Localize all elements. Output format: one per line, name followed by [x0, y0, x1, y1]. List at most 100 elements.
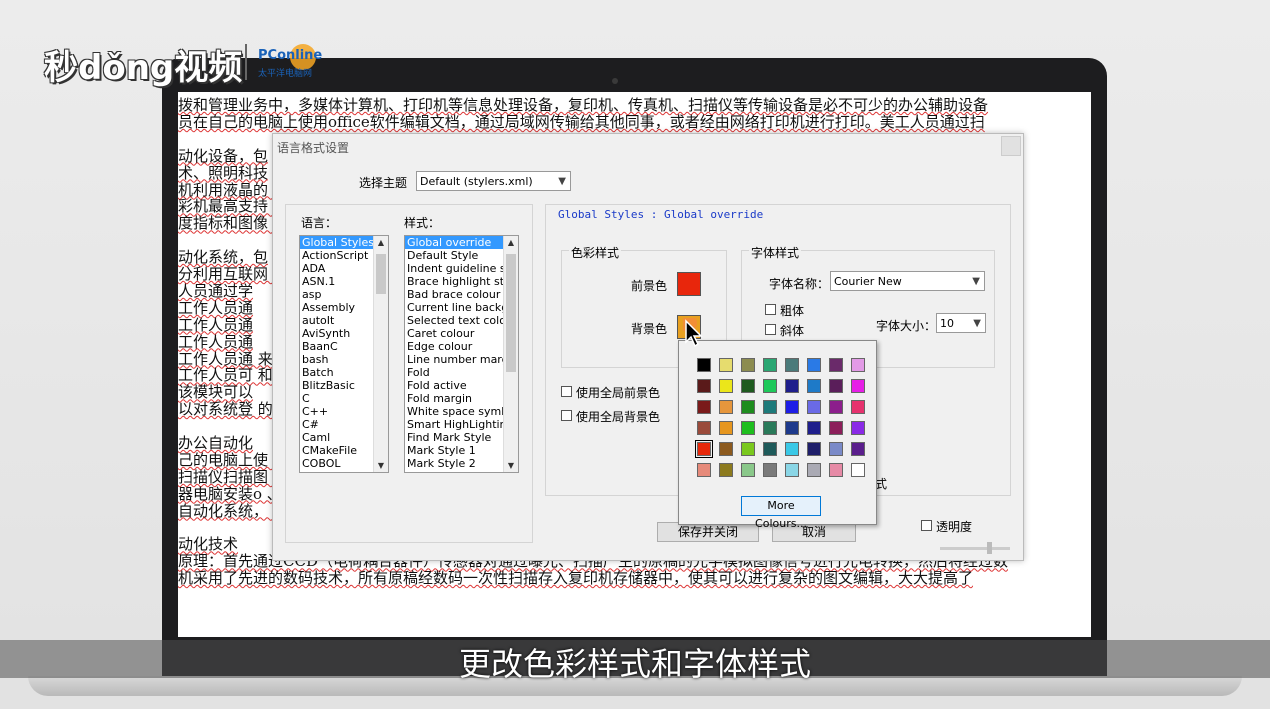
style-list-item[interactable]: Mark Style 1 — [405, 444, 518, 457]
palette-color-cell[interactable] — [741, 421, 755, 435]
palette-color-cell[interactable] — [851, 442, 865, 456]
palette-color-cell[interactable] — [807, 400, 821, 414]
save-and-close-button[interactable]: 保存并关闭 — [657, 522, 759, 542]
palette-color-cell[interactable] — [807, 442, 821, 456]
scroll-thumb[interactable] — [506, 254, 516, 372]
palette-color-cell[interactable] — [763, 379, 777, 393]
palette-color-cell[interactable] — [763, 421, 777, 435]
palette-color-cell[interactable] — [785, 463, 799, 477]
palette-color-cell[interactable] — [697, 421, 711, 435]
palette-color-cell[interactable] — [697, 400, 711, 414]
palette-color-cell[interactable] — [829, 463, 843, 477]
palette-color-cell[interactable] — [719, 400, 733, 414]
palette-color-cell[interactable] — [829, 379, 843, 393]
theme-label: 选择主题 — [359, 176, 408, 190]
palette-color-cell[interactable] — [719, 421, 733, 435]
style-list-item[interactable]: Mark Style 2 — [405, 457, 518, 470]
palette-color-cell[interactable] — [807, 463, 821, 477]
palette-color-cell[interactable] — [829, 421, 843, 435]
palette-color-cell[interactable] — [741, 379, 755, 393]
palette-color-cell[interactable] — [697, 463, 711, 477]
palette-color-cell[interactable] — [741, 358, 755, 372]
style-list-item[interactable]: Edge colour — [405, 340, 518, 353]
palette-color-cell[interactable] — [741, 442, 755, 456]
palette-color-cell[interactable] — [785, 442, 799, 456]
style-list-item[interactable]: Indent guideline sty — [405, 262, 518, 275]
palette-color-cell[interactable] — [807, 358, 821, 372]
palette-color-cell[interactable] — [807, 379, 821, 393]
style-list-item[interactable]: Find Mark Style — [405, 431, 518, 444]
palette-color-cell[interactable] — [829, 442, 843, 456]
document-line: 员在自己的电脑上使用office软件编辑文档，通过局域网传输给其他同事，或者经由… — [178, 112, 985, 131]
palette-color-cell[interactable] — [851, 358, 865, 372]
palette-color-cell[interactable] — [785, 421, 799, 435]
palette-color-cell[interactable] — [719, 379, 733, 393]
style-list-item[interactable]: Current line backgr — [405, 301, 518, 314]
palette-color-cell[interactable] — [763, 463, 777, 477]
bold-checkbox[interactable] — [765, 304, 776, 315]
palette-color-cell[interactable] — [741, 463, 755, 477]
style-list-item[interactable]: Global override — [405, 236, 518, 249]
scroll-up-icon[interactable]: ▲ — [504, 238, 518, 247]
style-list-scrollbar[interactable]: ▲ ▼ — [503, 236, 518, 472]
transparency-slider[interactable] — [940, 542, 1010, 554]
language-list-scrollbar[interactable]: ▲ ▼ — [373, 236, 388, 472]
palette-color-cell[interactable] — [785, 358, 799, 372]
style-list-item[interactable]: Line number margin — [405, 353, 518, 366]
transparency-label: 透明度 — [936, 520, 973, 534]
palette-color-cell[interactable] — [807, 421, 821, 435]
palette-color-cell[interactable] — [851, 463, 865, 477]
italic-checkbox[interactable] — [765, 324, 776, 335]
style-list-item[interactable]: Caret colour — [405, 327, 518, 340]
font-name-select[interactable]: Courier New ▼ — [830, 271, 985, 291]
partner-logo-subtext: 太平洋电脑网 — [258, 69, 313, 79]
palette-color-cell[interactable] — [763, 400, 777, 414]
font-size-select[interactable]: 10 ▼ — [936, 313, 986, 333]
palette-color-cell[interactable] — [785, 379, 799, 393]
style-header-text: Global Styles : Global override — [558, 208, 764, 221]
font-size-value: 10 — [940, 317, 954, 330]
theme-select[interactable]: Default (stylers.xml) ▼ — [416, 171, 571, 191]
style-list-item[interactable]: Smart HighLighting — [405, 418, 518, 431]
language-label: 语言： — [301, 216, 338, 230]
scroll-up-icon[interactable]: ▲ — [374, 238, 388, 247]
transparency-slider-knob[interactable] — [987, 542, 992, 554]
palette-color-cell[interactable] — [851, 421, 865, 435]
palette-color-cell[interactable] — [697, 379, 711, 393]
style-list-item[interactable]: White space symbo — [405, 405, 518, 418]
palette-color-cell[interactable] — [763, 442, 777, 456]
style-list[interactable]: Global override Default Style Indent guide… — [404, 235, 519, 473]
use-global-foreground-checkbox[interactable] — [561, 386, 572, 397]
palette-color-cell[interactable] — [741, 400, 755, 414]
palette-color-cell[interactable] — [829, 400, 843, 414]
document-line: 机采用了先进的数码技术，所有原稿经数码一次性扫描存入复印机存储器中，使其可以进行… — [178, 569, 974, 588]
palette-color-cell[interactable] — [763, 358, 777, 372]
close-button[interactable] — [1001, 136, 1021, 156]
scroll-thumb[interactable] — [376, 254, 386, 294]
palette-color-cell[interactable] — [851, 400, 865, 414]
style-list-item[interactable]: Fold margin — [405, 392, 518, 405]
palette-color-cell[interactable] — [851, 379, 865, 393]
use-global-background-checkbox[interactable] — [561, 410, 572, 421]
partner-logo-text: PConline — [258, 48, 323, 63]
scroll-down-icon[interactable]: ▼ — [374, 461, 388, 470]
style-list-item[interactable]: Selected text colou — [405, 314, 518, 327]
language-list[interactable]: Global Styles ActionScript ADA ASN.1 asp Asse… — [299, 235, 389, 473]
palette-color-cell[interactable] — [785, 400, 799, 414]
palette-color-cell[interactable] — [829, 358, 843, 372]
style-list-item[interactable]: Fold active — [405, 379, 518, 392]
style-list-item[interactable]: Bad brace colour — [405, 288, 518, 301]
palette-color-cell[interactable] — [695, 440, 713, 458]
style-list-item[interactable]: Brace highlight styl — [405, 275, 518, 288]
palette-color-cell[interactable] — [697, 358, 711, 372]
style-list-item[interactable]: Fold — [405, 366, 518, 379]
palette-color-cell[interactable] — [719, 463, 733, 477]
style-configurator-dialog: 语言格式设置 选择主题 Default (stylers.xml) ▼ 语言： … — [272, 133, 1024, 561]
scroll-down-icon[interactable]: ▼ — [504, 461, 518, 470]
foreground-color-swatch[interactable] — [677, 272, 701, 296]
transparency-checkbox[interactable] — [921, 520, 932, 531]
palette-color-cell[interactable] — [719, 442, 733, 456]
style-list-item[interactable]: Default Style — [405, 249, 518, 262]
more-colours-button[interactable]: More Colours... — [741, 496, 821, 530]
palette-color-cell[interactable] — [719, 358, 733, 372]
